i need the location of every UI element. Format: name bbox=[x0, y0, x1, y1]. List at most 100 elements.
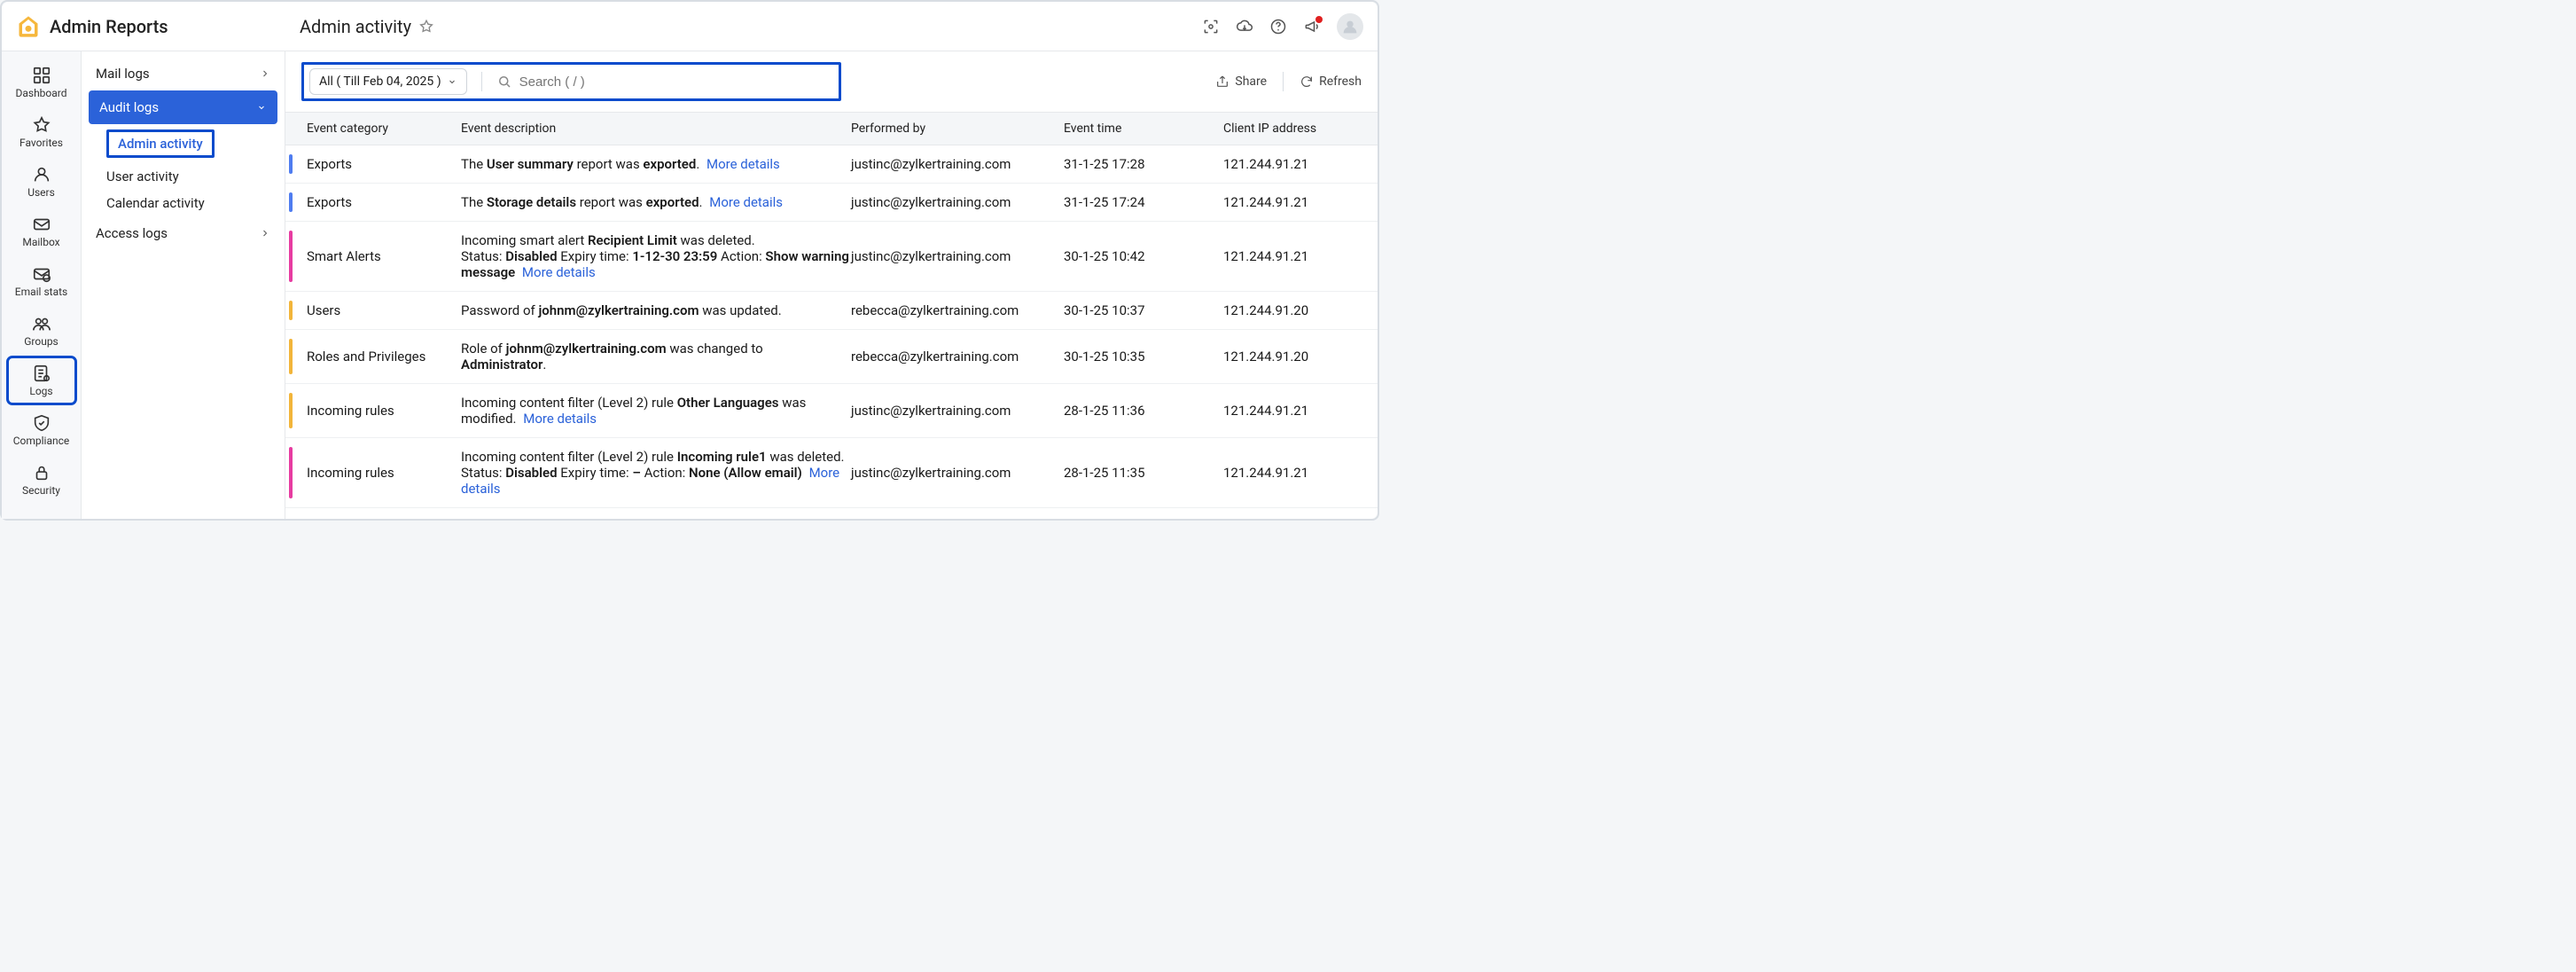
cell-event-time: 30-1-25 10:35 bbox=[1064, 349, 1223, 364]
cell-event-time: 30-1-25 10:42 bbox=[1064, 248, 1223, 264]
table-row[interactable]: ExportsThe Storage details report was ex… bbox=[285, 184, 1378, 222]
cell-performed-by: justinc@zylkertraining.com bbox=[851, 156, 1064, 172]
cell-category: Exports bbox=[301, 156, 461, 172]
refresh-button[interactable]: Refresh bbox=[1300, 74, 1362, 89]
cell-category: Users bbox=[301, 302, 461, 318]
cell-description: The User summary report was exported. Mo… bbox=[461, 156, 851, 172]
chevron-icon bbox=[260, 68, 270, 79]
cell-category: Roles and Privileges bbox=[301, 349, 461, 364]
table-row[interactable]: Roles and PrivilegesRole of johnm@zylker… bbox=[285, 330, 1378, 384]
rail-label: Logs bbox=[29, 385, 52, 397]
cell-client-ip: 121.244.91.21 bbox=[1223, 194, 1362, 210]
table-row[interactable]: ExportsThe User summary report was expor… bbox=[285, 145, 1378, 184]
sidebar-group-access[interactable]: Access logs bbox=[82, 216, 285, 250]
table-row[interactable]: Incoming rulesIncoming content filter (L… bbox=[285, 384, 1378, 438]
more-details-link[interactable]: More details bbox=[522, 264, 596, 280]
cell-performed-by: rebecca@zylkertraining.com bbox=[851, 349, 1064, 364]
more-details-link[interactable]: More details bbox=[523, 411, 597, 427]
more-details-link[interactable]: More details bbox=[709, 194, 783, 210]
rail-item-users[interactable]: Users bbox=[7, 158, 76, 206]
brand-title: Admin Reports bbox=[50, 16, 168, 37]
rail-item-favorites[interactable]: Favorites bbox=[7, 108, 76, 156]
filter-bar: All ( Till Feb 04, 2025 ) Share bbox=[285, 51, 1378, 113]
category-stripe bbox=[289, 339, 293, 374]
dashboard-icon bbox=[32, 66, 51, 85]
cell-event-time: 30-1-25 10:37 bbox=[1064, 302, 1223, 318]
rail-item-emailstats[interactable]: Email stats bbox=[7, 257, 76, 305]
more-details-link[interactable]: More details bbox=[706, 156, 780, 172]
col-header-client-ip: Client IP address bbox=[1223, 122, 1362, 136]
rail-item-dashboard[interactable]: Dashboard bbox=[7, 59, 76, 106]
sidebar-item-admin[interactable]: Admin activity bbox=[82, 124, 285, 163]
sidebar-group-audit[interactable]: Audit logs bbox=[89, 90, 277, 124]
rail-label: Users bbox=[27, 186, 55, 199]
refresh-label: Refresh bbox=[1319, 74, 1362, 89]
logs-icon bbox=[32, 364, 51, 383]
sidebar-item-label: Calendar activity bbox=[106, 195, 205, 211]
search-input[interactable] bbox=[519, 74, 833, 90]
sidebar: Mail logs Audit logs Admin activity User ac… bbox=[82, 51, 285, 519]
table-header: Event category Event description Perform… bbox=[285, 113, 1378, 145]
category-stripe bbox=[289, 192, 293, 212]
category-stripe bbox=[289, 154, 293, 174]
topbar: Admin Reports Admin activity bbox=[2, 2, 1378, 51]
category-stripe bbox=[289, 393, 293, 428]
cell-client-ip: 121.244.91.20 bbox=[1223, 349, 1362, 364]
cell-performed-by: rebecca@zylkertraining.com bbox=[851, 302, 1064, 318]
cell-event-time: 28-1-25 11:35 bbox=[1064, 465, 1223, 481]
announce-icon[interactable] bbox=[1303, 18, 1321, 35]
user-avatar[interactable] bbox=[1337, 13, 1363, 40]
chevron-icon bbox=[260, 228, 270, 239]
rail-label: Favorites bbox=[20, 137, 63, 149]
cell-client-ip: 121.244.91.21 bbox=[1223, 248, 1362, 264]
rail-item-compliance[interactable]: Compliance bbox=[7, 406, 76, 454]
sidebar-group-mail[interactable]: Mail logs bbox=[82, 57, 285, 90]
download-cloud-icon[interactable] bbox=[1236, 18, 1253, 35]
sidebar-item-label: User activity bbox=[106, 169, 179, 184]
rail-item-security[interactable]: Security bbox=[7, 456, 76, 504]
category-stripe bbox=[289, 447, 293, 498]
rail-label: Dashboard bbox=[15, 87, 66, 99]
notification-dot-icon bbox=[1315, 16, 1323, 23]
rail-label: Security bbox=[22, 484, 60, 497]
time-range-dropdown[interactable]: All ( Till Feb 04, 2025 ) bbox=[309, 68, 467, 95]
sidebar-item-user[interactable]: User activity bbox=[82, 163, 285, 190]
cell-performed-by: justinc@zylkertraining.com bbox=[851, 194, 1064, 210]
rail-item-mailbox[interactable]: Mailbox bbox=[7, 208, 76, 255]
divider bbox=[1283, 72, 1284, 91]
cell-client-ip: 121.244.91.21 bbox=[1223, 156, 1362, 172]
share-button[interactable]: Share bbox=[1215, 74, 1267, 89]
scan-icon[interactable] bbox=[1202, 18, 1220, 35]
content: All ( Till Feb 04, 2025 ) Share bbox=[285, 51, 1378, 519]
sidebar-group-label: Audit logs bbox=[99, 99, 159, 115]
help-icon[interactable] bbox=[1269, 18, 1287, 35]
table-row[interactable]: Incoming rulesIncoming content filter (L… bbox=[285, 438, 1378, 508]
topbar-actions bbox=[1202, 13, 1363, 40]
cell-event-time: 28-1-25 11:36 bbox=[1064, 403, 1223, 419]
sidebar-group-label: Mail logs bbox=[96, 66, 150, 82]
rail-item-logs[interactable]: Logs bbox=[7, 357, 76, 404]
sidebar-group-label: Access logs bbox=[96, 225, 168, 241]
cell-description: Incoming content filter (Level 2) rule I… bbox=[461, 449, 851, 497]
favorite-star-icon[interactable] bbox=[418, 19, 434, 35]
mailbox-icon bbox=[32, 215, 51, 234]
favorites-icon bbox=[32, 115, 51, 135]
cell-event-time: 31-1-25 17:24 bbox=[1064, 194, 1223, 210]
rail-item-groups[interactable]: Groups bbox=[7, 307, 76, 355]
search-icon bbox=[496, 74, 512, 90]
cell-category: Smart Alerts bbox=[301, 248, 461, 264]
users-icon bbox=[32, 165, 51, 184]
rail-label: Email stats bbox=[15, 286, 67, 298]
emailstats-icon bbox=[32, 264, 51, 284]
table-row[interactable]: Smart AlertsIncoming smart alert Recipie… bbox=[285, 222, 1378, 292]
sidebar-item-calendar[interactable]: Calendar activity bbox=[82, 190, 285, 216]
cell-category: Exports bbox=[301, 194, 461, 210]
search-wrap bbox=[496, 74, 833, 90]
table-row[interactable]: UsersPassword of johnm@zylkertraining.co… bbox=[285, 292, 1378, 330]
col-header-performed-by: Performed by bbox=[851, 122, 1064, 136]
time-range-label: All ( Till Feb 04, 2025 ) bbox=[319, 74, 441, 89]
table-rows: ExportsThe User summary report was expor… bbox=[285, 145, 1378, 519]
security-icon bbox=[32, 463, 51, 482]
rail-label: Groups bbox=[24, 335, 59, 348]
cell-client-ip: 121.244.91.21 bbox=[1223, 465, 1362, 481]
